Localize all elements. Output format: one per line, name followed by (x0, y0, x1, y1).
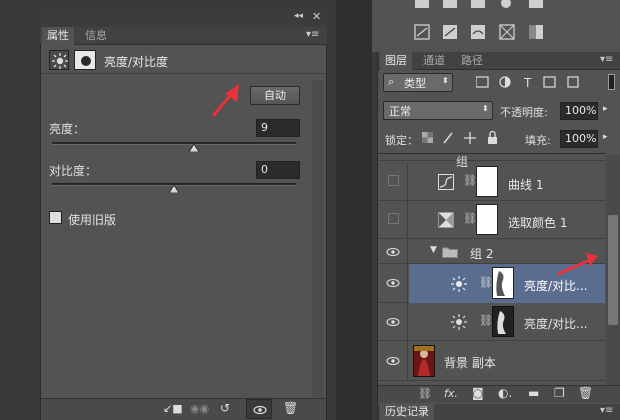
visibility-toggle[interactable] (378, 163, 408, 201)
properties-title-bar: ◂◂ ✕ (40, 10, 327, 27)
legacy-checkbox[interactable] (49, 211, 62, 224)
delete-icon[interactable]: 🗑 (283, 401, 298, 415)
layer-name: 选取颜色 1 (508, 216, 568, 230)
layer-row[interactable]: ⛓ 选取颜色 1 (378, 201, 605, 239)
visibility-toggle[interactable] (378, 264, 408, 303)
selective-color-icon (438, 212, 454, 228)
layers-bottom-toolbar: ⛓ fx. ◙ ◐. ▬ ❐ 🗑 (378, 385, 620, 403)
visibility-toggle[interactable] (378, 303, 408, 341)
layer-name: 曲线 1 (508, 178, 544, 192)
filter-toggle[interactable] (608, 74, 615, 90)
contrast-input[interactable]: 0 (256, 161, 300, 179)
folder-icon (442, 246, 458, 258)
layer-row[interactable]: 背景 副本 (378, 341, 605, 381)
view-previous-icon[interactable]: ◉◉ (190, 402, 209, 415)
blend-mode-value: 正常 (389, 105, 411, 118)
blend-mode-select[interactable]: 正常 ⬍ (383, 101, 493, 120)
layer-name: 亮度/对比... (524, 317, 588, 331)
sun-adjustment-icon (49, 50, 69, 70)
layer-mask-thumbnail (476, 166, 498, 197)
properties-title: 亮度/对比度 (104, 55, 169, 69)
sun-adjustment-icon (450, 313, 468, 331)
tab-properties[interactable]: 属性 (42, 27, 74, 45)
expand-chevron-icon[interactable]: ▼ (430, 245, 437, 255)
select-arrows-icon: ⬍ (482, 104, 489, 113)
add-mask-icon[interactable]: ◙ (472, 386, 484, 400)
chain-link-icon[interactable]: ⛓ (479, 314, 493, 327)
visibility-icon[interactable] (246, 399, 272, 419)
fill-label: 填充: (525, 134, 551, 147)
layer-filter-select[interactable]: ⌕ 类型 ⬍ (383, 73, 453, 92)
contrast-slider-thumb[interactable] (169, 185, 179, 193)
chain-link-icon[interactable]: ⛓ (479, 276, 493, 289)
chain-link-icon[interactable]: ⛓ (463, 212, 477, 225)
fill-dropdown-icon[interactable]: ▸ (603, 132, 608, 142)
visibility-toggle[interactable] (378, 240, 408, 264)
panel-divider (336, 0, 372, 420)
layer-name: 背景 副本 (444, 356, 496, 370)
opacity-input[interactable]: 100% (560, 102, 598, 120)
select-arrows-icon: ⬍ (442, 76, 449, 85)
contrast-label: 对比度： (49, 164, 98, 178)
adjustment-icons-row-1 (413, 0, 553, 10)
adjustment-icons-row-2 (413, 24, 553, 40)
filter-search-icon: ⌕ (388, 75, 395, 88)
layers-tab-row: 图层 通道 路径 ▾≡ (378, 52, 620, 70)
new-adjustment-icon[interactable]: ◐. (498, 386, 512, 400)
brightness-slider-thumb[interactable] (188, 144, 199, 152)
mask-icon[interactable] (74, 50, 96, 70)
filter-kind-value: 类型 (404, 77, 426, 90)
layer-mask-thumbnail (492, 267, 514, 299)
new-group-icon[interactable]: ▬ (528, 386, 539, 400)
lock-label: 锁定： (385, 134, 418, 147)
svg-text:T: T (523, 76, 532, 89)
lock-icons[interactable] (422, 131, 502, 145)
link-layers-icon[interactable]: ⛓ (418, 387, 432, 400)
layer-photo-thumbnail (413, 345, 435, 377)
layer-row[interactable]: ⛓ 曲线 1 (378, 163, 605, 201)
layers-scrollbar[interactable] (606, 155, 620, 385)
close-icon[interactable]: ✕ (312, 10, 321, 23)
properties-scrollbar[interactable] (312, 80, 324, 400)
collapse-icon[interactable]: ◂◂ (294, 11, 303, 21)
reset-icon[interactable]: ↺ (220, 401, 230, 415)
brightness-input[interactable]: 9 (256, 119, 300, 137)
filter-type-icons: T (476, 75, 596, 89)
opacity-label: 不透明度: (500, 106, 548, 119)
layers-panel-menu-icon[interactable]: ▾≡ (600, 54, 613, 65)
layer-mask-thumbnail (476, 204, 498, 235)
tab-channels[interactable]: 通道 (418, 52, 450, 70)
layer-name: 组 2 (470, 247, 494, 261)
visibility-toggle[interactable] (378, 341, 408, 381)
chain-link-icon[interactable]: ⛓ (463, 174, 477, 187)
tab-history[interactable]: 历史记录 (380, 404, 434, 420)
brightness-slider-track[interactable] (52, 142, 296, 145)
fill-input[interactable]: 100% (560, 130, 598, 148)
history-panel-menu-icon[interactable]: ▾≡ (600, 405, 613, 416)
tab-paths[interactable]: 路径 (456, 52, 488, 70)
opacity-dropdown-icon[interactable]: ▸ (603, 104, 608, 114)
visibility-toggle[interactable] (378, 201, 408, 239)
properties-tab-row: 属性 信息 ▾≡ (40, 27, 327, 45)
layer-mask-thumbnail (492, 306, 514, 337)
brightness-label: 亮度： (49, 122, 86, 136)
layer-row-partial[interactable]: 组 (378, 154, 606, 169)
red-arrow-annotation (557, 253, 598, 276)
curves-icon (438, 174, 454, 190)
delete-layer-icon[interactable]: 🗑 (578, 386, 593, 400)
panel-menu-icon[interactable]: ▾≡ (306, 29, 319, 40)
red-arrow-annotation (211, 84, 239, 117)
fx-icon[interactable]: fx. (444, 387, 458, 400)
auto-button[interactable]: 自动 (250, 86, 300, 105)
tab-layers[interactable]: 图层 (380, 52, 412, 70)
new-layer-icon[interactable]: ❐ (554, 386, 565, 400)
tab-info[interactable]: 信息 (80, 27, 112, 45)
clip-to-layer-icon[interactable]: ↙■ (163, 402, 183, 415)
sun-adjustment-icon (450, 275, 468, 293)
legacy-label: 使用旧版 (68, 213, 117, 227)
scrollbar-thumb[interactable] (608, 215, 618, 325)
layer-row[interactable]: ⛓ 亮度/对比... (378, 303, 605, 341)
history-tab-row: 历史记录 ▾≡ (378, 404, 620, 420)
